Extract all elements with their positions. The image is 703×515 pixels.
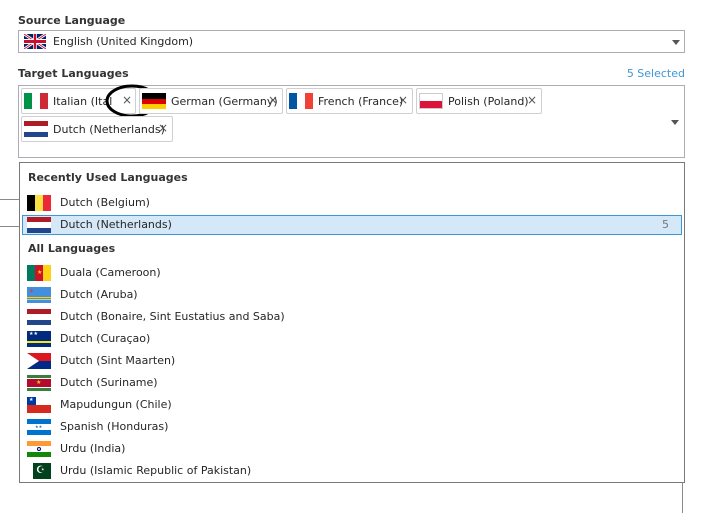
pakistan-flag-icon: ☪ (27, 463, 51, 479)
chevron-down-icon[interactable] (672, 40, 680, 45)
list-item[interactable]: ★ Mapudungun (Chile) (22, 395, 682, 415)
list-item-label: Spanish (Honduras) (60, 420, 169, 433)
sint-maarten-flag-icon (27, 353, 51, 369)
source-language-label: Source Language (18, 14, 126, 27)
tag-label: Dutch (Netherlands) (53, 123, 165, 136)
list-item[interactable]: ✦ Dutch (Aruba) (22, 285, 682, 305)
language-dropdown: Recently Used Languages Dutch (Belgium) … (19, 162, 685, 483)
tag-label: Polish (Poland) (448, 95, 529, 108)
list-item[interactable]: Dutch (Sint Maarten) (22, 351, 682, 371)
list-item-label: Dutch (Aruba) (60, 288, 138, 301)
background-divider (0, 226, 19, 227)
close-icon[interactable]: × (527, 93, 537, 107)
curacao-flag-icon: ★★ (27, 331, 51, 347)
background-divider (0, 199, 19, 200)
list-item-selected[interactable]: Dutch (Netherlands) 5 (22, 215, 682, 235)
target-languages-label: Target Languages (18, 67, 129, 80)
netherlands-flag-icon (24, 121, 48, 137)
list-item-label: Dutch (Suriname) (60, 376, 158, 389)
usage-count: 5 (662, 218, 669, 231)
close-icon[interactable]: × (398, 93, 408, 107)
recent-languages-header: Recently Used Languages (28, 171, 188, 184)
all-languages-header: All Languages (28, 242, 116, 255)
tag-label: French (France) (318, 95, 404, 108)
poland-flag-icon (419, 93, 443, 109)
source-language-select[interactable]: English (United Kingdom) (18, 30, 685, 53)
list-item[interactable]: Dutch (Belgium) (22, 193, 682, 213)
chevron-down-icon[interactable] (671, 120, 679, 125)
list-item[interactable]: Urdu (India) (22, 439, 682, 459)
france-flag-icon (289, 93, 313, 109)
chile-flag-icon: ★ (27, 397, 51, 413)
italy-flag-icon (24, 93, 48, 109)
list-item-label: Duala (Cameroon) (60, 266, 161, 279)
list-item[interactable]: ★★ Spanish (Honduras) (22, 417, 682, 437)
tag-german: German (Germany) × (139, 88, 283, 114)
tag-polish: Polish (Poland) × (416, 88, 542, 114)
list-item-label: Mapudungun (Chile) (60, 398, 172, 411)
list-item-label: Dutch (Belgium) (60, 196, 150, 209)
source-language-value: English (United Kingdom) (53, 35, 194, 48)
list-item[interactable]: ★ Dutch (Suriname) (22, 373, 682, 393)
tag-label: German (Germany) (171, 95, 278, 108)
honduras-flag-icon: ★★ (27, 419, 51, 435)
cameroon-flag-icon: ★ (27, 265, 51, 281)
belgium-flag-icon (27, 195, 51, 211)
tag-french: French (France) × (286, 88, 413, 114)
selected-count: 5 Selected (626, 67, 685, 80)
suriname-flag-icon: ★ (27, 375, 51, 391)
list-item[interactable]: ★ Duala (Cameroon) (22, 263, 682, 283)
list-item-label: Urdu (India) (60, 442, 126, 455)
netherlands-flag-icon (27, 217, 51, 233)
close-icon[interactable]: × (158, 121, 168, 135)
list-item-label: Urdu (Islamic Republic of Pakistan) (60, 464, 252, 477)
uk-flag-icon (24, 34, 46, 49)
aruba-flag-icon: ✦ (27, 287, 51, 303)
list-item[interactable]: Dutch (Bonaire, Sint Eustatius and Saba) (22, 307, 682, 327)
list-item[interactable]: ☪ Urdu (Islamic Republic of Pakistan) (22, 461, 682, 481)
list-item-label: Dutch (Netherlands) (60, 218, 172, 231)
india-flag-icon (27, 441, 51, 457)
target-languages-field[interactable]: Italian (Ital × German (Germany) × Frenc… (18, 84, 685, 158)
list-item-label: Dutch (Bonaire, Sint Eustatius and Saba) (60, 310, 285, 323)
bonaire-flag-icon (27, 309, 51, 325)
list-item-label: Dutch (Sint Maarten) (60, 354, 176, 367)
background-divider (682, 483, 683, 513)
list-item-label: Dutch (Curaçao) (60, 332, 151, 345)
tag-dutch: Dutch (Netherlands) × (21, 116, 173, 142)
list-item[interactable]: ★★ Dutch (Curaçao) (22, 329, 682, 349)
close-icon[interactable]: × (268, 93, 278, 107)
germany-flag-icon (142, 93, 166, 109)
